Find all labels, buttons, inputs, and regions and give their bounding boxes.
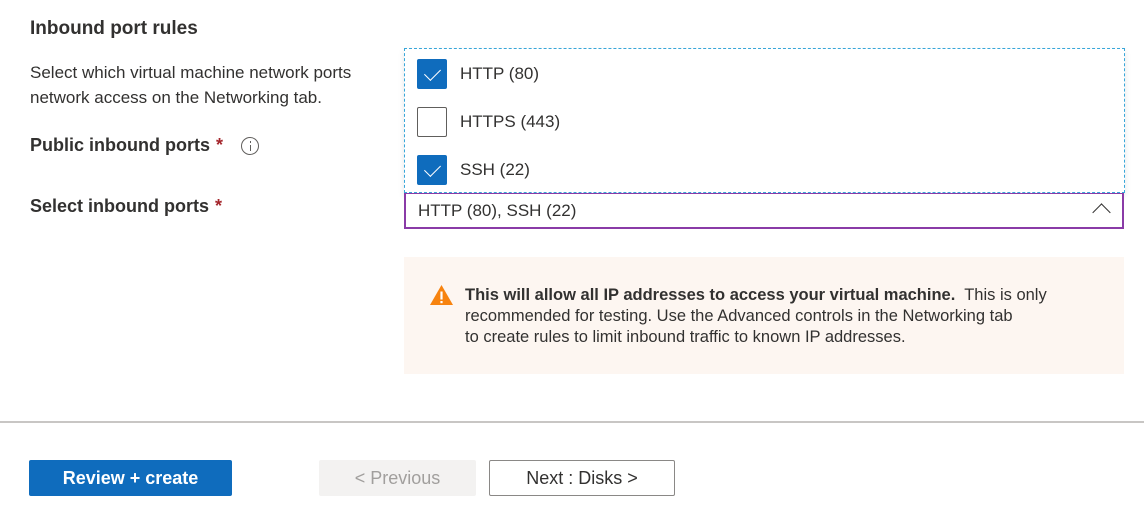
dropdown-option-https[interactable]: HTTPS (443) — [417, 106, 560, 138]
inbound-ports-dropdown-panel: HTTP (80) HTTPS (443) SSH (22) — [404, 48, 1125, 193]
checkbox-checked-icon[interactable] — [417, 155, 447, 185]
warning-icon — [430, 285, 453, 305]
warning-line-2: recommended for testing. Use the Advance… — [465, 307, 1013, 325]
select-inbound-ports-label: Select inbound ports * — [30, 196, 222, 217]
warning-line-1: This will allow all IP addresses to acce… — [465, 285, 1105, 306]
warning-line-3: to create rules to limit inbound traffic… — [465, 328, 906, 346]
dropdown-option-http[interactable]: HTTP (80) — [417, 58, 539, 90]
inbound-ports-select[interactable]: HTTP (80), SSH (22) — [404, 193, 1124, 229]
required-marker: * — [215, 196, 223, 216]
vm-networking-form: Inbound port rules Select which virtual … — [0, 0, 1144, 505]
warning-text: This will allow all IP addresses to acce… — [465, 285, 1105, 348]
warning-message: This will allow all IP addresses to acce… — [404, 257, 1124, 374]
review-create-button[interactable]: Review + create — [29, 460, 232, 496]
warning-bold-text: This will allow all IP addresses to acce… — [465, 286, 956, 304]
previous-button[interactable]: < Previous — [319, 460, 476, 496]
dropdown-option-ssh[interactable]: SSH (22) — [417, 154, 530, 186]
option-label: SSH (22) — [460, 160, 530, 179]
option-label: HTTP (80) — [460, 64, 540, 83]
public-inbound-ports-label: Public inbound ports * — [30, 135, 259, 156]
checkbox-checked-icon[interactable] — [417, 59, 447, 89]
checkbox-unchecked-icon[interactable] — [417, 107, 447, 137]
chevron-up-icon[interactable] — [1092, 203, 1111, 222]
select-value: HTTP (80), SSH (22) — [418, 200, 577, 220]
option-label: HTTPS (443) — [460, 112, 561, 131]
section-description: Select which virtual machine network por… — [30, 60, 402, 110]
public-inbound-ports-label-text: Public inbound ports — [30, 135, 210, 155]
section-title: Inbound port rules — [30, 18, 198, 39]
info-icon[interactable] — [241, 136, 259, 155]
warning-line-1-text: This is only — [964, 286, 1047, 304]
description-line-1: Select which virtual machine network por… — [30, 63, 352, 82]
footer-divider — [0, 421, 1144, 423]
required-marker: * — [215, 135, 223, 155]
description-line-2: network access on the Networking tab. — [30, 88, 322, 107]
next-disks-button[interactable]: Next : Disks > — [489, 460, 675, 496]
select-inbound-ports-label-text: Select inbound ports — [30, 196, 210, 216]
